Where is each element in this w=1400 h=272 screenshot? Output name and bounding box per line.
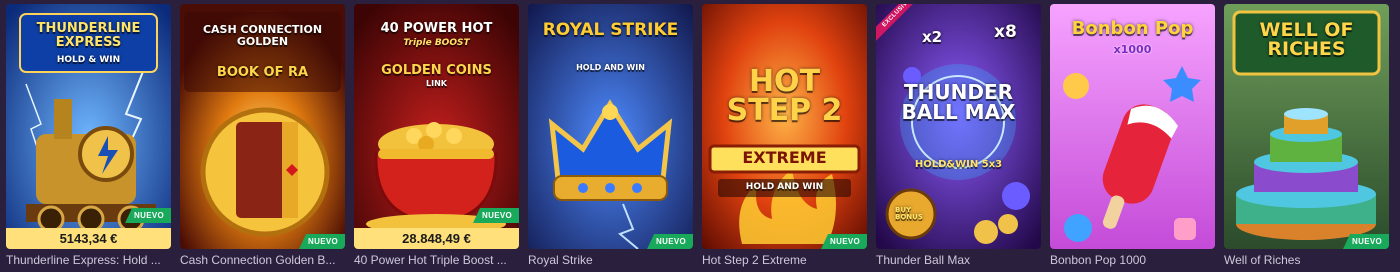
game-thumbnail[interactable]: Bonbon Pop x1000 [1050, 4, 1215, 249]
game-art-title: THUNDERLINE EXPRESS [36, 21, 141, 50]
game-art-title: HOT STEP 2 [726, 64, 843, 128]
game-thumbnail[interactable]: ROYAL STRIKE HOLD AND WIN NUEVO [528, 4, 693, 249]
game-thumbnail[interactable]: THUNDERLINE EXPRESS HOLD & WIN NUEVO 514… [6, 4, 171, 249]
game-title[interactable]: Bonbon Pop 1000 [1050, 253, 1215, 267]
game-card-thunder-ball-max[interactable]: EXCLUSIVE x2 x8 THUNDER BALL MAX HOLD&WI… [876, 4, 1041, 272]
game-art-subtitle: EXTREME [742, 148, 827, 167]
game-title[interactable]: Hot Step 2 Extreme [702, 253, 867, 267]
game-art-subtitle: Triple BOOST [403, 38, 470, 48]
game-card-cash-connection[interactable]: CASH CONNECTION GOLDEN BOOK OF RA NUEVO … [180, 4, 345, 272]
game-art-title: CASH CONNECTION GOLDEN [202, 23, 323, 48]
jackpot-amount: 28.848,49 € [354, 228, 519, 249]
game-thumbnail[interactable]: CASH CONNECTION GOLDEN BOOK OF RA NUEVO [180, 4, 345, 249]
game-title[interactable]: 40 Power Hot Triple Boost ... [354, 253, 519, 267]
new-badge: NUEVO [647, 234, 693, 249]
game-card-40-power-hot[interactable]: 40 POWER HOT Triple BOOST GOLDEN COINS L… [354, 4, 519, 272]
popsicle-icon [1050, 4, 1215, 249]
game-thumbnail[interactable]: WELL OF RICHES NUEVO [1224, 4, 1389, 249]
game-thumbnail[interactable]: 40 POWER HOT Triple BOOST GOLDEN COINS L… [354, 4, 519, 249]
game-thumbnail[interactable]: EXCLUSIVE x2 x8 THUNDER BALL MAX HOLD&WI… [876, 4, 1041, 249]
game-title[interactable]: Thunderline Express: Hold ... [6, 253, 171, 267]
game-title[interactable]: Well of Riches [1224, 253, 1389, 267]
game-art-subtitle-2: HOLD AND WIN [745, 182, 824, 192]
buy-bonus-label: BUY BONUS [895, 206, 923, 222]
game-art-subtitle: BOOK OF RA [216, 65, 309, 80]
game-art-subtitle: x1000 [1113, 43, 1152, 56]
game-art-subtitle: HOLD & WIN [56, 55, 121, 65]
game-thumbnail[interactable]: HOT STEP 2 EXTREME HOLD AND WIN NUEVO [702, 4, 867, 249]
game-art-subtitle-3: LINK [426, 79, 447, 88]
game-art-title: ROYAL STRIKE [542, 20, 679, 40]
new-badge: NUEVO [821, 234, 867, 249]
new-badge: NUEVO [299, 234, 345, 249]
crown-icon [528, 4, 693, 249]
new-badge: NUEVO [125, 208, 171, 223]
game-art-title: WELL OF RICHES [1259, 19, 1354, 60]
game-carousel: THUNDERLINE EXPRESS HOLD & WIN NUEVO 514… [0, 0, 1400, 272]
game-art-title: 40 POWER HOT [380, 21, 493, 36]
game-art-subtitle: HOLD&WIN 5x3 [914, 159, 1003, 170]
game-card-thunderline-express[interactable]: THUNDERLINE EXPRESS HOLD & WIN NUEVO 514… [6, 4, 171, 272]
game-title[interactable]: Royal Strike [528, 253, 693, 267]
game-card-well-of-riches[interactable]: WELL OF RICHES NUEVO Well of Riches [1224, 4, 1389, 272]
new-badge: NUEVO [473, 208, 519, 223]
game-art-title: Bonbon Pop [1071, 18, 1194, 39]
game-card-royal-strike[interactable]: ROYAL STRIKE HOLD AND WIN NUEVO Royal St… [528, 4, 693, 272]
jackpot-amount: 5143,34 € [6, 228, 171, 249]
game-art-multiplier-x8: x8 [994, 22, 1017, 42]
game-art-subtitle: HOLD AND WIN [576, 63, 645, 72]
game-art-title: THUNDER BALL MAX [901, 80, 1016, 124]
game-art-subtitle-2: GOLDEN COINS [381, 63, 492, 78]
game-title[interactable]: Thunder Ball Max [876, 253, 1041, 267]
game-card-bonbon-pop-1000[interactable]: Bonbon Pop x1000 Bonbon Pop 1000 [1050, 4, 1215, 272]
new-badge: NUEVO [1343, 234, 1389, 249]
game-title[interactable]: Cash Connection Golden B... [180, 253, 345, 267]
game-card-hot-step-2-extreme[interactable]: HOT STEP 2 EXTREME HOLD AND WIN NUEVO Ho… [702, 4, 867, 272]
